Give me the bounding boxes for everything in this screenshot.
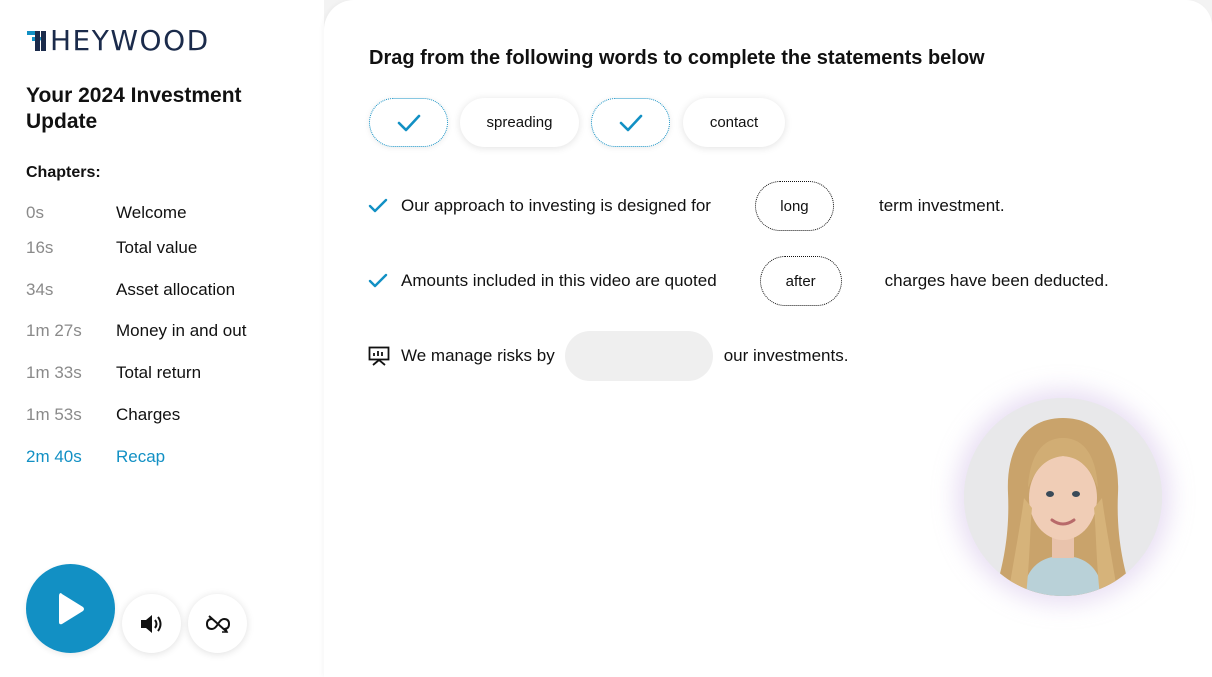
play-button[interactable] (26, 564, 115, 653)
chapter-list: 0s Welcome 16s Total value 34s Asset all… (26, 200, 306, 478)
chapter-item-charges[interactable]: 1m 53s Charges (26, 394, 306, 436)
statement-3: We manage risks by our investments. (368, 331, 848, 381)
loop-toggle-button[interactable] (188, 594, 247, 653)
statement-1: Our approach to investing is designed fo… (368, 181, 1005, 231)
presenter-image (964, 398, 1162, 596)
chapter-time: 34s (26, 279, 54, 299)
chapter-time: 2m 40s (26, 446, 82, 466)
status-presentation (368, 346, 401, 366)
answer-slot-filled[interactable]: long (754, 181, 834, 231)
chapter-item-total-value[interactable]: 16s Total value (26, 227, 306, 269)
brand-logo: HEYWOOD (26, 23, 210, 57)
speaker-icon (140, 614, 161, 633)
presenter-avatar (964, 398, 1162, 596)
word-chip-used (369, 98, 448, 147)
chapter-item-recap[interactable]: 2m 40s Recap (26, 436, 306, 478)
chapter-item-asset-allocation[interactable]: 34s Asset allocation (26, 269, 306, 311)
logo-mark-icon (27, 31, 46, 51)
answer-slot-filled[interactable]: after (759, 256, 842, 306)
check-icon (619, 114, 642, 131)
sidebar: HEYWOOD Your 2024 Investment Update Chap… (0, 0, 324, 677)
chapters-heading: Chapters: (26, 164, 101, 181)
chapter-label: Money in and out (116, 321, 247, 341)
word-chip-spreading[interactable]: spreading (460, 98, 579, 147)
word-chip-contact[interactable]: contact (683, 98, 785, 147)
answer-slot-empty[interactable] (564, 331, 713, 381)
chapter-label: Recap (116, 446, 166, 466)
word-chip-used (591, 98, 670, 147)
statement-text-before: We manage risks by (401, 346, 555, 365)
check-icon (397, 114, 420, 131)
chapter-time: 16s (26, 237, 54, 257)
sound-button[interactable] (122, 594, 181, 653)
status-check (368, 198, 401, 214)
statement-text-after: charges have been deducted. (884, 271, 1109, 290)
chapter-label: Total value (116, 237, 198, 257)
play-icon (58, 592, 84, 624)
instructions-heading: Drag from the following words to complet… (369, 47, 985, 69)
chapter-item-total-return[interactable]: 1m 33s Total return (26, 352, 306, 394)
statement-text-before: Our approach to investing is designed fo… (401, 196, 711, 215)
chapter-item-welcome[interactable]: 0s Welcome (26, 199, 306, 227)
presentation-icon (368, 346, 390, 366)
chapter-time: 1m 33s (26, 363, 82, 383)
logo-text: HEYWOOD (50, 23, 210, 57)
word-bank: spreading contact (369, 98, 785, 147)
activity-panel: Drag from the following words to complet… (324, 0, 1212, 677)
chapter-time: 1m 53s (26, 405, 82, 425)
statement-text-before: Amounts included in this video are quote… (401, 271, 717, 290)
statement-2: Amounts included in this video are quote… (368, 256, 1109, 306)
check-icon (368, 198, 388, 213)
chapter-time: 1m 27s (26, 321, 82, 341)
course-title: Your 2024 Investment Update (26, 84, 242, 133)
chapter-item-money-in-and-out[interactable]: 1m 27s Money in and out (26, 311, 306, 353)
chapter-label: Total return (116, 363, 202, 383)
status-check (368, 273, 401, 289)
loop-off-icon (205, 614, 230, 633)
chapter-label: Asset allocation (116, 279, 236, 299)
statement-text-after: term investment. (878, 196, 1005, 215)
chapter-time: 0s (26, 203, 44, 222)
chapter-label: Charges (116, 405, 181, 425)
statement-text-after: our investments. (723, 346, 849, 365)
chapter-label: Welcome (116, 203, 187, 222)
playback-controls (26, 564, 247, 653)
check-icon (368, 273, 388, 288)
